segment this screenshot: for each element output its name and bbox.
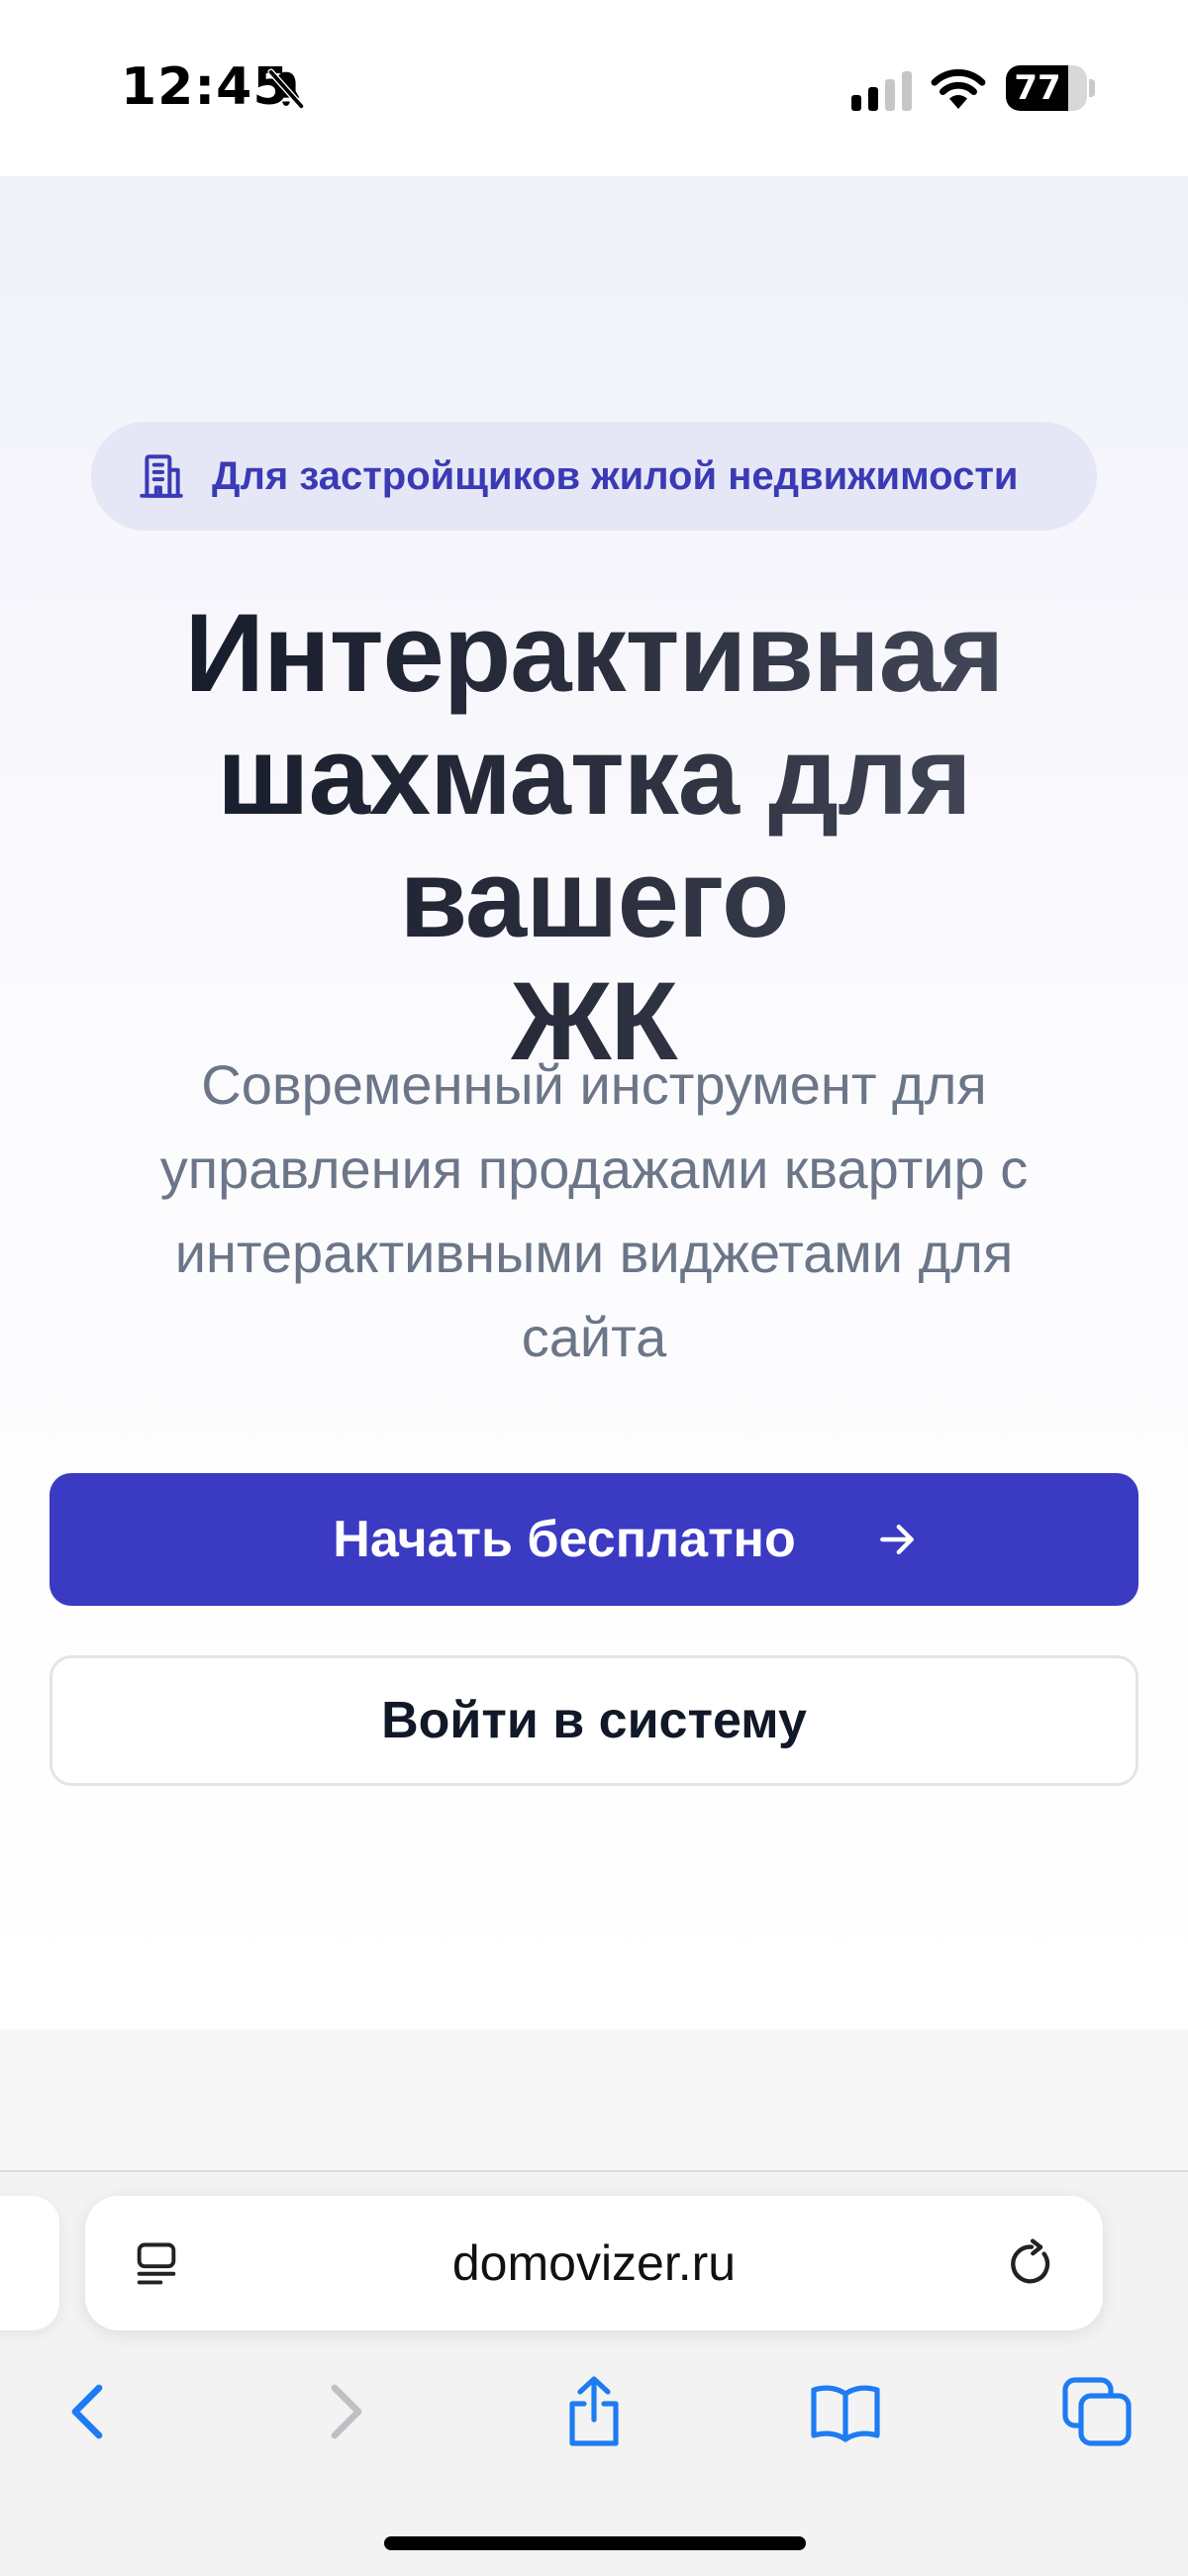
share-button[interactable] (554, 2372, 634, 2451)
share-icon (569, 2376, 619, 2446)
forward-icon (331, 2384, 362, 2439)
reload-icon[interactable] (1006, 2237, 1057, 2291)
start-free-button-label: Начать бесплатно (333, 1511, 796, 1568)
url-text: domovizer.ru (451, 2235, 737, 2291)
subtitle-line: сайта (521, 1306, 667, 1368)
bookmarks-icon (811, 2385, 880, 2442)
page-subtitle: Современный инструмент для управления пр… (79, 1042, 1109, 1379)
subtitle-line: Современный инструмент для (201, 1053, 987, 1116)
back-icon (71, 2384, 103, 2439)
title-line: шахматка для вашего (217, 714, 971, 960)
hero-section: Для застройщиков жилой недвижимости Инте… (0, 176, 1188, 2030)
cellular-signal-icon (851, 71, 912, 111)
login-button-label: Войти в систему (381, 1692, 807, 1749)
audience-badge: Для застройщиков жилой недвижимости (91, 422, 1097, 531)
wifi-icon (931, 69, 986, 109)
battery-cap (1089, 79, 1095, 97)
address-bar[interactable]: domovizer.ru (85, 2196, 1103, 2330)
tabs-button[interactable] (1057, 2372, 1137, 2451)
login-button[interactable]: Войти в систему (50, 1655, 1138, 1786)
status-bar: 12:45 77 (0, 0, 1188, 176)
start-free-button[interactable]: Начать бесплатно (50, 1473, 1138, 1606)
title-line: Интерактивная (184, 591, 1004, 715)
page-title: Интерактивная шахматка для вашего ЖК (40, 592, 1148, 1083)
badge-label: Для застройщиков жилой недвижимости (212, 454, 1019, 498)
subtitle-line: интерактивными виджетами для (174, 1222, 1014, 1284)
battery-indicator: 77 (1006, 65, 1087, 111)
home-indicator (384, 2536, 806, 2550)
back-button[interactable] (50, 2372, 129, 2451)
bell-slash-icon (267, 68, 305, 110)
battery-level: 77 (1014, 68, 1061, 108)
forward-button[interactable] (305, 2372, 384, 2451)
next-section-preview (0, 2030, 1188, 2170)
building-icon (140, 454, 183, 498)
subtitle-line: управления продажами квартир с (159, 1138, 1029, 1200)
previous-tab-preview[interactable] (0, 2196, 59, 2330)
tabs-icon (1062, 2377, 1132, 2446)
bookmarks-button[interactable] (806, 2372, 885, 2451)
arrow-right-icon (880, 1524, 914, 1555)
